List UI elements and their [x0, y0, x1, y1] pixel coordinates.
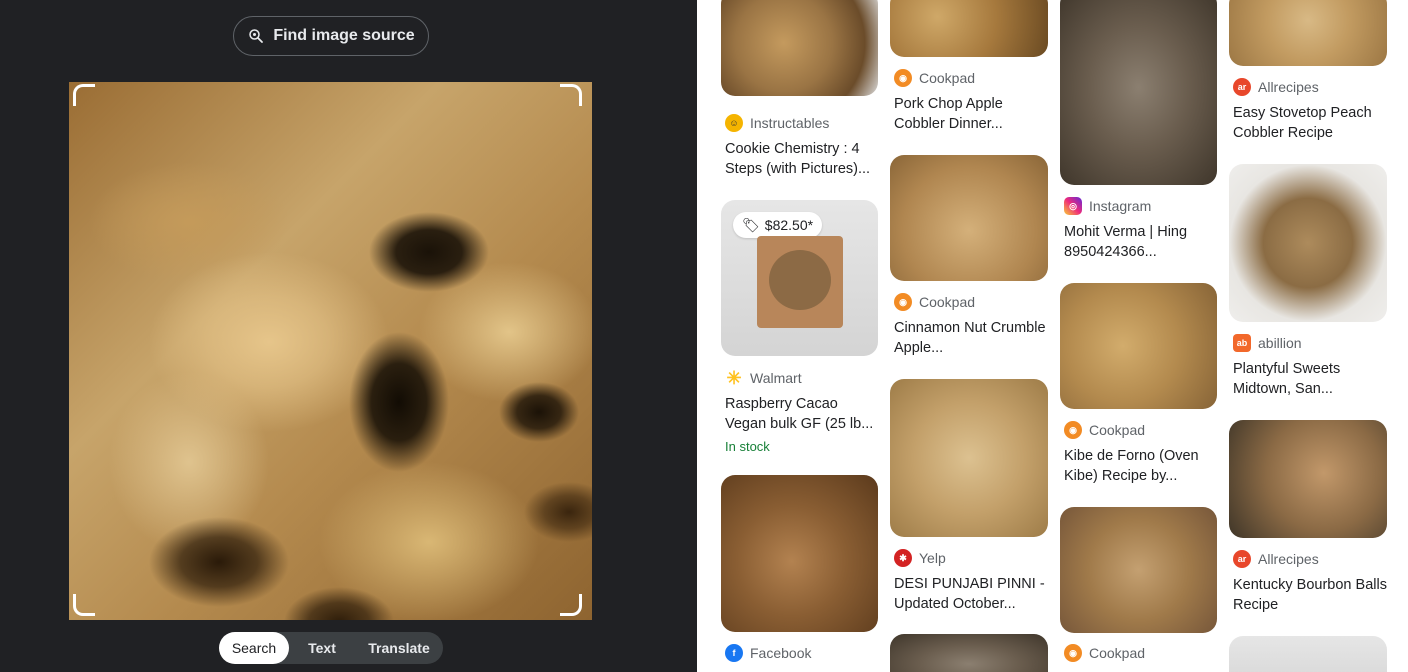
cookpad-icon: ◉: [1064, 421, 1082, 439]
cookpad-icon: ◉: [1064, 644, 1082, 662]
result-source[interactable]: ab abillion: [1233, 333, 1302, 353]
instagram-icon: ◎: [1064, 197, 1082, 215]
price-tag-icon: 🏷: [742, 216, 760, 233]
result-title[interactable]: Plantyful Sweets Midtown, San...: [1233, 359, 1389, 399]
facebook-icon: f: [725, 644, 743, 662]
result-source[interactable]: ◉ Cookpad: [894, 292, 975, 312]
result-title[interactable]: Pork Chop Apple Cobbler Dinner...: [894, 94, 1050, 134]
result-source[interactable]: ✳ Walmart: [725, 367, 801, 388]
result-title[interactable]: Cookie Chemistry : 4 Steps (with Picture…: [725, 139, 881, 179]
instructables-icon: ☺: [725, 114, 743, 132]
result-thumbnail[interactable]: [890, 634, 1048, 672]
result-source[interactable]: f Facebook: [725, 643, 811, 663]
query-image: [69, 82, 592, 620]
walmart-spark-icon: ✳: [726, 367, 742, 388]
result-thumbnail[interactable]: [721, 0, 878, 96]
cookpad-icon: ◉: [894, 293, 912, 311]
cookpad-icon: ◉: [894, 69, 912, 87]
yelp-icon: ✱: [894, 549, 912, 567]
crop-handle-top-left[interactable]: [73, 84, 95, 106]
crop-handle-bottom-left[interactable]: [73, 594, 95, 616]
result-source[interactable]: ☺ Instructables: [725, 113, 829, 133]
tab-translate[interactable]: Translate: [355, 632, 443, 664]
result-source[interactable]: ◉ Cookpad: [1064, 643, 1145, 663]
result-source[interactable]: ar Allrecipes: [1233, 77, 1319, 97]
result-source[interactable]: ◉ Cookpad: [1064, 420, 1145, 440]
abillion-icon: ab: [1233, 334, 1251, 352]
result-thumbnail[interactable]: 🏷 $82.50*: [721, 200, 878, 356]
selected-image-region[interactable]: [69, 82, 592, 620]
find-image-source-label: Find image source: [273, 27, 415, 44]
lens-mode-tabs: Search Text Translate: [219, 632, 443, 664]
result-source[interactable]: ar Allrecipes: [1233, 549, 1319, 569]
tab-search[interactable]: Search: [219, 632, 289, 664]
result-thumbnail[interactable]: [1229, 0, 1387, 66]
box-contents: [769, 250, 831, 310]
result-thumbnail[interactable]: [890, 155, 1048, 281]
crop-handle-top-right[interactable]: [560, 84, 582, 106]
result-thumbnail[interactable]: [1060, 507, 1217, 633]
result-title[interactable]: Raspberry Cacao Vegan bulk GF (25 lb...: [725, 394, 881, 434]
price-badge: 🏷 $82.50*: [733, 212, 823, 238]
allrecipes-icon: ar: [1233, 78, 1251, 96]
result-title[interactable]: DESI PUNJABI PINNI - Updated October...: [894, 574, 1050, 614]
result-title[interactable]: Kibe de Forno (Oven Kibe) Recipe by...: [1064, 446, 1220, 486]
result-title[interactable]: Cinnamon Nut Crumble Apple...: [894, 318, 1050, 358]
result-source[interactable]: ◉ Cookpad: [894, 68, 975, 88]
result-thumbnail[interactable]: [890, 379, 1048, 537]
result-thumbnail[interactable]: [1060, 283, 1217, 409]
result-thumbnail[interactable]: [1229, 164, 1387, 322]
result-thumbnail[interactable]: [1229, 420, 1387, 538]
result-thumbnail[interactable]: [721, 475, 878, 632]
image-search-icon: [249, 29, 264, 43]
result-thumbnail[interactable]: [1060, 0, 1217, 185]
tab-text[interactable]: Text: [289, 632, 355, 664]
result-title[interactable]: Mohit Verma | Hing 8950424366...: [1064, 222, 1220, 262]
result-source[interactable]: ✱ Yelp: [894, 548, 946, 568]
stock-status: In stock: [725, 439, 770, 454]
visual-matches-grid: ☺ Instructables Cookie Chemistry : 4 Ste…: [697, 0, 1408, 672]
result-source[interactable]: ◎ Instagram: [1064, 196, 1151, 216]
result-title[interactable]: Easy Stovetop Peach Cobbler Recipe: [1233, 103, 1389, 143]
result-title[interactable]: Kentucky Bourbon Balls Recipe: [1233, 575, 1389, 615]
result-thumbnail[interactable]: [890, 0, 1048, 57]
find-image-source-button[interactable]: Find image source: [233, 16, 429, 56]
crop-handle-bottom-right[interactable]: [560, 594, 582, 616]
lens-image-panel: Find image source Search Text Translate: [0, 0, 697, 672]
allrecipes-icon: ar: [1233, 550, 1251, 568]
result-thumbnail[interactable]: [1229, 636, 1387, 672]
